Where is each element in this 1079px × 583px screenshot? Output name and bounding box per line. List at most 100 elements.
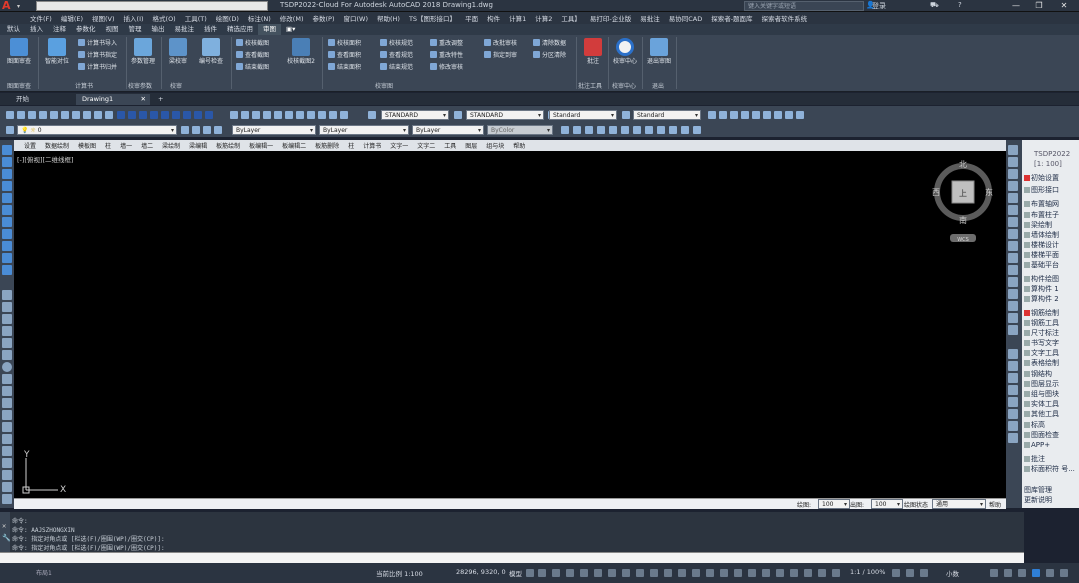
beam-review-button[interactable]: 梁校审 <box>163 38 193 78</box>
palette-item[interactable]: 楼梯平面 <box>1024 251 1078 260</box>
open-icon[interactable] <box>17 111 25 119</box>
explode-icon[interactable] <box>1008 325 1018 335</box>
menu-item[interactable]: 计算2 <box>535 13 552 23</box>
region-icon[interactable] <box>2 482 12 492</box>
annotation-monitor-icon[interactable] <box>762 569 770 577</box>
tolerance-icon[interactable] <box>1008 433 1018 443</box>
copy-icon[interactable] <box>83 111 91 119</box>
menu-item[interactable]: 标注(N) <box>248 13 271 23</box>
menu-item[interactable]: 易批注 <box>640 13 660 23</box>
ribbon-tab[interactable]: 输出 <box>147 24 170 35</box>
erase-icon[interactable] <box>1008 145 1018 155</box>
review-center-button[interactable]: 校审中心 <box>610 38 640 78</box>
model-button[interactable]: 模型 <box>509 568 522 578</box>
tz-tool-icon[interactable] <box>719 111 727 119</box>
tz-tool-icon[interactable] <box>730 111 738 119</box>
ribbon-tab[interactable]: 插入 <box>25 24 48 35</box>
gizmo-icon[interactable] <box>706 569 714 577</box>
drawing-tab[interactable]: Drawing1 ✕ <box>76 94 150 105</box>
make-block-icon[interactable] <box>2 434 12 444</box>
palette-item[interactable]: 文字工具 <box>1024 349 1078 358</box>
tz-menu-item[interactable]: 板编辑二 <box>282 141 306 150</box>
palette-item[interactable]: 梁绘制 <box>1024 221 1078 230</box>
tz-left-icon[interactable] <box>2 229 12 239</box>
ribbon-tab-active[interactable]: 审图 <box>258 24 281 35</box>
sheet-set-icon[interactable] <box>307 111 315 119</box>
command-input[interactable] <box>0 552 1024 563</box>
paste-icon[interactable] <box>94 111 102 119</box>
tz-menu-item[interactable]: 文字一 <box>390 141 408 150</box>
autocad-logo-icon[interactable]: A <box>2 0 16 12</box>
arc-icon[interactable] <box>2 350 12 360</box>
check-capture-button[interactable]: 校核截图 <box>236 39 269 49</box>
property-button[interactable]: 重改特性 <box>430 51 463 61</box>
palette-item[interactable]: 批注 <box>1024 455 1078 464</box>
search-input[interactable]: 键入关键字或短语 <box>744 1 864 11</box>
tz-menu-item[interactable]: 设置 <box>24 141 36 150</box>
tz-tool-icon[interactable] <box>172 111 180 119</box>
tz-tool-icon[interactable] <box>573 126 581 134</box>
tz-tool-icon[interactable] <box>128 111 136 119</box>
notification-icon[interactable] <box>1046 569 1054 577</box>
join-icon[interactable] <box>1008 289 1018 299</box>
rotate-icon[interactable] <box>1008 217 1018 227</box>
chamfer-icon[interactable] <box>1008 301 1018 311</box>
tz-menu-item[interactable]: 梁绘制 <box>162 141 180 150</box>
stretch-icon[interactable] <box>1008 241 1018 251</box>
start-tab[interactable]: 开始 <box>10 94 35 105</box>
ortho-icon[interactable] <box>552 569 560 577</box>
menu-item[interactable]: 易协同CAD <box>669 13 703 23</box>
tz-menu-item[interactable]: 模板图 <box>78 141 96 150</box>
tz-menu-item[interactable]: 墙二 <box>141 141 153 150</box>
tz-menu-item[interactable]: 文字二 <box>417 141 435 150</box>
batch-review-button[interactable]: 改批审核 <box>484 39 517 49</box>
palette-item[interactable]: 构件绘图 <box>1024 275 1078 284</box>
wrench-icon[interactable]: 🔧 <box>2 534 11 542</box>
tz-menu-item[interactable]: 板筋绘制 <box>216 141 240 150</box>
zoom-window-icon[interactable] <box>252 111 260 119</box>
tz-left-icon[interactable] <box>2 205 12 215</box>
adjust-button[interactable]: 重改调整 <box>430 39 463 49</box>
tz-tool-icon[interactable] <box>183 111 191 119</box>
ellipse-arc-icon[interactable] <box>2 410 12 420</box>
cut-icon[interactable] <box>72 111 80 119</box>
palette-item[interactable]: 更新说明 <box>1024 496 1078 505</box>
dim-style-select[interactable]: STANDARD <box>466 110 544 120</box>
grid-icon[interactable] <box>526 569 534 577</box>
dim-style-icon[interactable] <box>454 111 462 119</box>
copy-object-icon[interactable] <box>1008 157 1018 167</box>
palette-item[interactable]: 图层显示 <box>1024 380 1078 389</box>
hardware-accel-icon[interactable] <box>832 569 840 577</box>
tz-tool-icon[interactable] <box>785 111 793 119</box>
tz-tool-icon[interactable] <box>774 111 782 119</box>
menu-item[interactable]: 工具】 <box>561 13 581 23</box>
tz-menu-item[interactable]: 组与块 <box>486 141 504 150</box>
palette-item[interactable]: 钢筋工具 <box>1024 319 1078 328</box>
tz-left-icon[interactable] <box>2 157 12 167</box>
maximize-button[interactable]: ❐ <box>1030 0 1048 12</box>
menu-item[interactable]: 视图(V) <box>92 13 115 23</box>
menu-item[interactable]: 探索者-题面库 <box>711 13 752 23</box>
tool-palette-icon[interactable] <box>296 111 304 119</box>
tsdp-status-icon[interactable] <box>1032 569 1040 577</box>
tz-menu-item[interactable]: 柱 <box>105 141 111 150</box>
close-icon[interactable]: ✕ <box>141 94 146 105</box>
ellipse-icon[interactable] <box>2 398 12 408</box>
insert-block-icon[interactable] <box>2 422 12 432</box>
text-style-icon[interactable] <box>368 111 376 119</box>
zone-clear-button[interactable]: 分区清除 <box>533 51 566 61</box>
layer-previous-icon[interactable] <box>192 126 200 134</box>
pan-icon[interactable] <box>230 111 238 119</box>
tz-menu-item[interactable]: 板编辑一 <box>249 141 273 150</box>
ribbon-tab[interactable]: 易批注 <box>170 24 200 35</box>
preview-icon[interactable] <box>50 111 58 119</box>
point-icon[interactable] <box>2 446 12 456</box>
isolate-icon[interactable] <box>818 569 826 577</box>
mleader-style-icon[interactable] <box>622 111 630 119</box>
palette-item[interactable]: 楼梯设计 <box>1024 241 1078 250</box>
check-code-button[interactable]: 校核规范 <box>380 39 413 49</box>
extend-icon[interactable] <box>1008 265 1018 275</box>
selection-cycle-icon[interactable] <box>650 569 658 577</box>
offset-icon[interactable] <box>1008 181 1018 191</box>
revcloud-icon[interactable] <box>2 374 12 384</box>
